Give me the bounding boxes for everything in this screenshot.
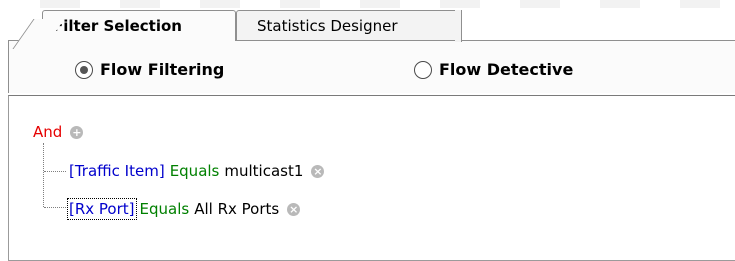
radio-unchecked-icon[interactable] — [414, 60, 432, 79]
tree-connector — [44, 171, 66, 172]
filter-root-and[interactable]: And + — [33, 123, 84, 141]
filter-tree-panel: And + [Traffic Item] Equals multicast1 ×… — [8, 95, 735, 261]
tree-connector — [44, 207, 66, 208]
condition-field[interactable]: [Rx Port] — [67, 198, 137, 220]
flow-filtering-radio[interactable]: Flow Filtering — [75, 60, 224, 79]
condition-value[interactable]: multicast1 — [224, 162, 303, 180]
remove-condition-icon[interactable]: × — [287, 202, 301, 216]
flow-detective-radio[interactable]: Flow Detective — [414, 60, 573, 79]
condition-operator[interactable]: Equals — [170, 162, 220, 180]
tree-connector — [43, 143, 44, 207]
condition-field[interactable]: [Traffic Item] — [69, 162, 165, 180]
remove-condition-icon[interactable]: × — [311, 164, 325, 178]
filter-condition-row[interactable]: [Rx Port] Equals All Rx Ports × — [67, 198, 301, 220]
and-operator-label[interactable]: And — [33, 123, 62, 141]
condition-operator[interactable]: Equals — [140, 200, 190, 218]
mode-radio-group: Flow Filtering Flow Detective — [8, 41, 735, 93]
page-top-strip — [0, 0, 735, 8]
tab-statistics-designer-label: Statistics Designer — [257, 17, 398, 35]
radio-checked-icon[interactable] — [75, 60, 93, 79]
filter-condition-row[interactable]: [Traffic Item] Equals multicast1 × — [69, 162, 325, 180]
tab-filter-selection[interactable]: Filter Selection — [42, 10, 236, 41]
flow-filtering-label: Flow Filtering — [100, 60, 225, 79]
tab-statistics-designer[interactable]: Statistics Designer — [236, 10, 462, 42]
add-condition-icon[interactable]: + — [70, 125, 84, 139]
flow-detective-label: Flow Detective — [439, 60, 574, 79]
tab-filter-selection-label: Filter Selection — [53, 17, 182, 35]
condition-value[interactable]: All Rx Ports — [194, 200, 279, 218]
